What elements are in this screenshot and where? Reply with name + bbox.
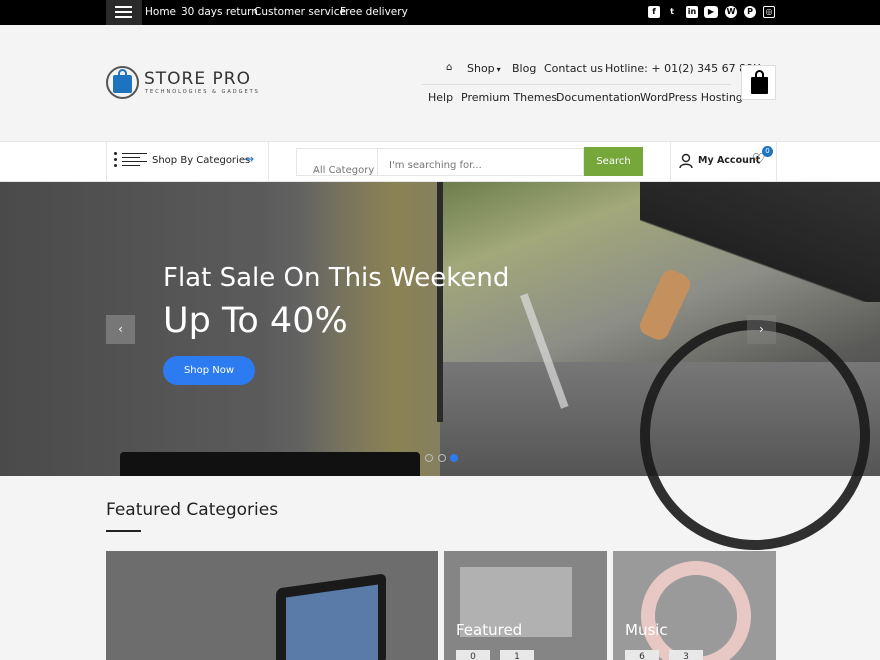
hero-image-laptop xyxy=(120,452,420,476)
nav-wordpress-hosting[interactable]: WordPress Hosting xyxy=(640,91,743,104)
category-count-pill: 1 xyxy=(500,650,534,660)
logo-tagline: TECHNOLOGIES & GADGETS xyxy=(145,89,260,95)
category-card-music[interactable]: Music 6 3 xyxy=(613,551,776,660)
linkedin-icon[interactable]: in xyxy=(686,6,698,18)
hero-subheadline: Up To 40% xyxy=(163,301,348,341)
category-count-pill: 0 xyxy=(456,650,490,660)
logo-name[interactable]: STORE PRO xyxy=(144,69,251,89)
slider-dot-2[interactable] xyxy=(438,454,446,462)
nav-shop-label: Shop xyxy=(467,62,495,75)
my-account-link[interactable]: My Account xyxy=(698,155,760,166)
featured-categories-heading: Featured Categories xyxy=(106,500,279,520)
arrow-right-icon[interactable]: → xyxy=(244,152,254,166)
shop-now-button[interactable]: Shop Now xyxy=(163,356,255,385)
headphones-image xyxy=(641,561,751,660)
divider xyxy=(106,141,107,182)
slider-next-icon[interactable]: › xyxy=(747,315,776,344)
hero-image-screen-edge xyxy=(437,182,443,422)
slider-dot-1[interactable] xyxy=(425,454,433,462)
hero-headline: Flat Sale On This Weekend xyxy=(163,263,510,293)
slider-prev-icon[interactable]: ‹ xyxy=(106,315,135,344)
wordpress-icon[interactable]: W xyxy=(725,6,737,18)
nav-help[interactable]: Help xyxy=(428,91,453,104)
user-icon[interactable] xyxy=(679,153,693,169)
facebook-icon[interactable]: f xyxy=(648,6,660,18)
top-link-free-delivery[interactable]: Free delivery xyxy=(340,6,408,18)
shop-by-categories-button[interactable]: Shop By Categories xyxy=(152,155,250,166)
categories-menu-icon[interactable] xyxy=(114,152,148,168)
nav-shop[interactable]: Shop ▾ xyxy=(467,62,501,75)
category-title: Featured xyxy=(456,621,523,639)
search-input[interactable] xyxy=(378,148,584,176)
youtube-icon[interactable]: ▶ xyxy=(704,6,718,18)
category-select[interactable]: All Category ⌄ xyxy=(296,148,378,176)
instagram-icon[interactable]: ◎ xyxy=(763,6,775,18)
shopping-bag-icon xyxy=(751,77,768,94)
divider xyxy=(268,141,269,182)
chevron-down-icon: ⌄ xyxy=(313,165,320,174)
category-title: Music xyxy=(625,621,668,639)
nav-hotline: Hotline: + 01(2) 345 67 89X xyxy=(605,62,761,75)
wishlist-count-badge: 0 xyxy=(762,146,773,157)
divider xyxy=(670,141,671,182)
logo-bag-icon xyxy=(113,75,132,93)
top-link-customer-service[interactable]: Customer service xyxy=(254,6,346,18)
nav-contact[interactable]: Contact us xyxy=(544,62,603,75)
chevron-down-icon: ▾ xyxy=(496,65,501,74)
heading-underline xyxy=(106,530,141,532)
nav-divider xyxy=(422,84,731,85)
category-card-featured[interactable]: Featured 0 1 xyxy=(444,551,607,660)
divider xyxy=(776,141,777,182)
nav-documentation[interactable]: Documentation xyxy=(556,91,641,104)
top-link-home[interactable]: Home xyxy=(145,6,176,18)
category-count-pill: 3 xyxy=(669,650,703,660)
search-button[interactable]: Search xyxy=(584,147,643,176)
category-count-pill: 6 xyxy=(625,650,659,660)
twitter-icon[interactable]: t xyxy=(666,6,678,18)
category-card-laptops[interactable] xyxy=(106,551,438,660)
cart-button[interactable] xyxy=(741,65,776,100)
slider-dot-3[interactable] xyxy=(450,454,458,462)
laptop-screen-image xyxy=(286,584,378,660)
pinterest-icon[interactable]: P xyxy=(744,6,756,18)
home-icon[interactable]: ⌂ xyxy=(446,62,452,73)
hamburger-menu-icon[interactable] xyxy=(106,0,142,25)
nav-blog[interactable]: Blog xyxy=(512,62,536,75)
hero-image-wheel xyxy=(640,320,870,550)
top-link-returns[interactable]: 30 days return xyxy=(181,6,258,18)
category-select-label: All Category xyxy=(313,165,375,176)
nav-premium-themes[interactable]: Premium Themes xyxy=(461,91,557,104)
